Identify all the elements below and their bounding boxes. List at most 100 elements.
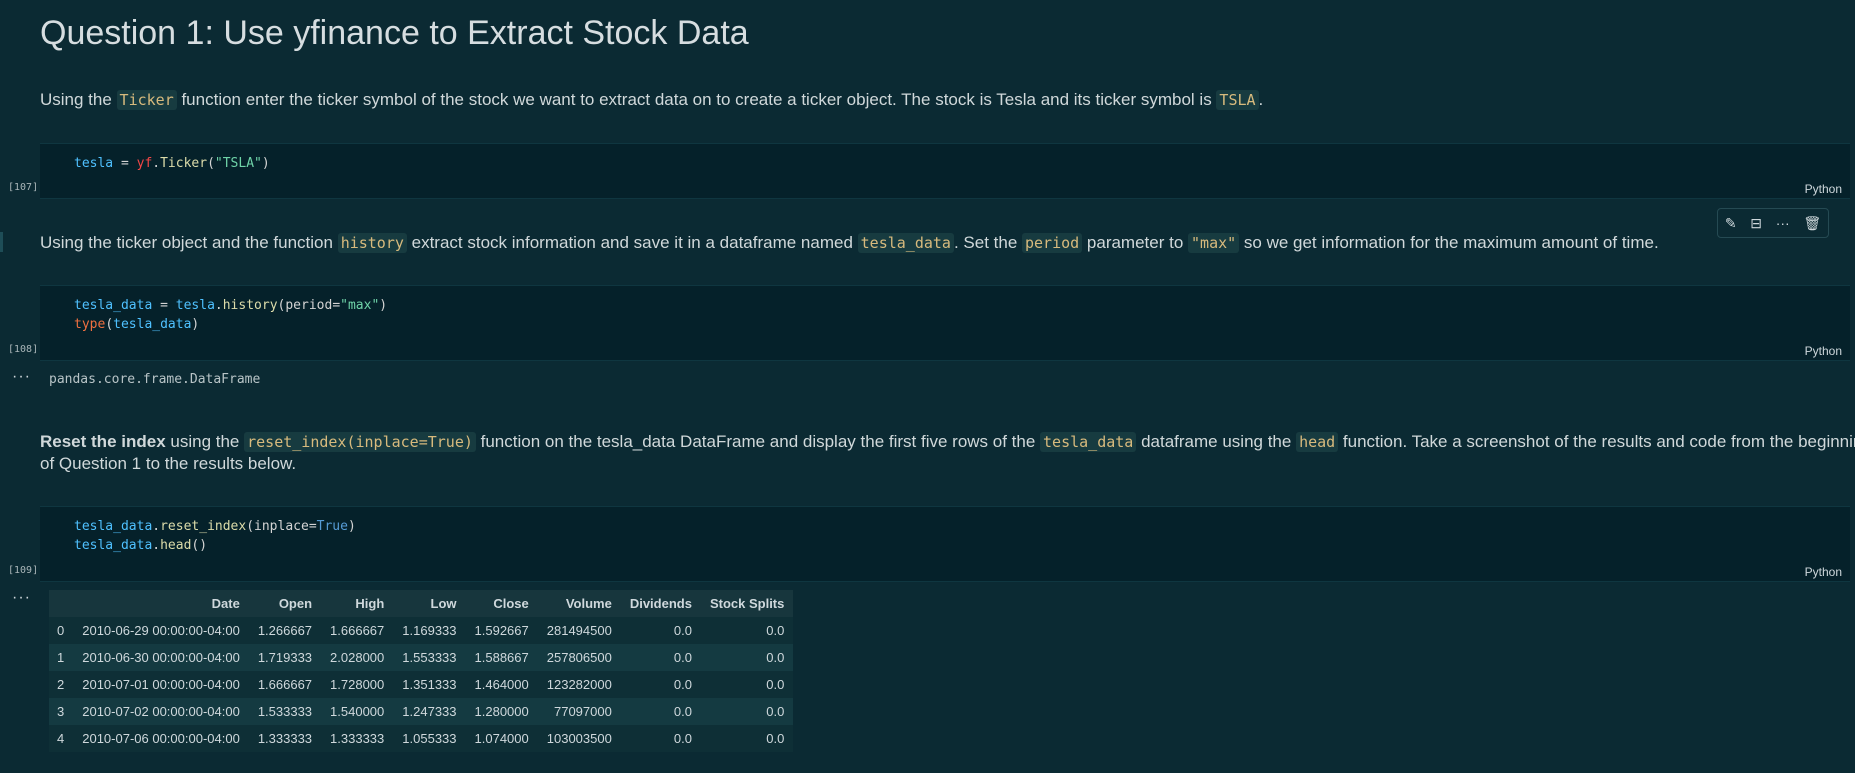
table-cell: 1.247333 — [393, 698, 466, 725]
text: . Set the — [953, 233, 1022, 252]
table-cell: 1.553333 — [393, 644, 466, 671]
table-cell: 0.0 — [620, 671, 701, 698]
table-cell: 2010-06-29 00:00:00-04:00 — [73, 617, 249, 644]
inline-code: history — [337, 233, 407, 253]
table-cell: 1 — [49, 644, 74, 671]
column-header: Low — [393, 590, 466, 617]
code-token: tesla_data — [74, 298, 153, 313]
code-token: history — [222, 298, 278, 313]
code-cell-3[interactable]: tesla_data.reset_index(inplace=True) tes… — [40, 506, 1850, 582]
text: dataframe using the — [1136, 432, 1297, 451]
code-token: reset_index — [160, 519, 247, 534]
table-cell: 1.719333 — [248, 644, 322, 671]
table-cell: 0.0 — [620, 644, 701, 671]
table-cell: 1.074000 — [465, 725, 538, 752]
table-cell: 1.464000 — [465, 671, 538, 698]
inline-code: tesla_data — [857, 233, 954, 253]
table-cell: 1.666667 — [321, 617, 394, 644]
inline-code: tesla_data — [1040, 432, 1137, 452]
code-editor[interactable]: tesla = yf.Ticker("TSLA") — [40, 144, 1850, 173]
execution-count: [109] — [8, 565, 39, 576]
table-cell: 0.0 — [620, 617, 701, 644]
markdown-cell-p1[interactable]: Using the Ticker function enter the tick… — [40, 89, 1855, 111]
code-token: tesla — [175, 298, 215, 313]
table-cell: 77097000 — [537, 698, 621, 725]
code-cell-2[interactable]: tesla_data = tesla.history(period="max")… — [40, 285, 1850, 361]
execution-count: [107] — [8, 182, 39, 193]
markdown-cell-p3[interactable]: Reset the index using the reset_index(in… — [40, 431, 1855, 475]
table-cell: 0.0 — [700, 671, 794, 698]
table-cell: 1.280000 — [465, 698, 538, 725]
language-label[interactable]: Python — [1805, 182, 1842, 196]
table-row: 3 2010-07-02 00:00:00-04:00 1.533333 1.5… — [49, 698, 794, 725]
table-cell: 0.0 — [700, 725, 794, 752]
bold-text: Reset the index — [40, 432, 166, 451]
table-cell: 2010-07-02 00:00:00-04:00 — [73, 698, 249, 725]
table-cell: 1.351333 — [393, 671, 466, 698]
table-cell: 1.055333 — [393, 725, 466, 752]
code-editor[interactable]: tesla_data = tesla.history(period="max")… — [40, 286, 1850, 334]
code-editor[interactable]: tesla_data.reset_index(inplace=True) tes… — [40, 507, 1850, 555]
code-token: ) — [261, 156, 270, 171]
table-cell: 1.666667 — [248, 671, 322, 698]
code-token: = — [113, 156, 137, 171]
code-token: "TSLA" — [214, 156, 262, 171]
table-cell: 1.540000 — [321, 698, 394, 725]
text: extract stock information and save it in… — [406, 233, 858, 252]
trash-icon[interactable]: 🗑 — [1803, 215, 1821, 232]
inline-code: period — [1022, 233, 1083, 253]
cell-output: pandas.core.frame.DataFrame — [49, 372, 261, 387]
language-label[interactable]: Python — [1805, 565, 1842, 579]
table-cell: 257806500 — [537, 644, 621, 671]
inline-code: "max" — [1188, 233, 1240, 253]
column-header: Stock Splits — [700, 590, 794, 617]
language-label[interactable]: Python — [1805, 344, 1842, 358]
more-icon[interactable]: ··· — [1776, 215, 1790, 231]
code-token: = — [308, 519, 317, 534]
split-icon[interactable]: ⊟ — [1750, 215, 1762, 232]
column-header: Close — [465, 590, 538, 617]
text: Using the ticker object and the function — [40, 233, 338, 252]
table-cell: 123282000 — [537, 671, 621, 698]
output-menu-icon[interactable]: ··· — [12, 589, 31, 607]
text: function enter the ticker symbol of the … — [176, 90, 1217, 109]
code-token: True — [316, 519, 348, 534]
code-token: ( — [246, 519, 255, 534]
table-cell: 1.588667 — [465, 644, 538, 671]
code-token: ( — [105, 317, 114, 332]
column-header: High — [321, 590, 394, 617]
table-row: 4 2010-07-06 00:00:00-04:00 1.333333 1.3… — [49, 725, 794, 752]
table-cell: 2 — [49, 671, 74, 698]
code-token: ) — [347, 519, 356, 534]
page-title: Question 1: Use yfinance to Extract Stoc… — [40, 14, 749, 52]
code-token: ) — [379, 298, 388, 313]
table-cell: 0.0 — [620, 725, 701, 752]
table-row: 0 2010-06-29 00:00:00-04:00 1.266667 1.6… — [49, 617, 794, 644]
code-token: () — [191, 538, 208, 553]
pencil-icon[interactable]: ✎ — [1725, 215, 1737, 232]
text: using the — [165, 432, 245, 451]
column-header: Open — [248, 590, 322, 617]
code-cell-1[interactable]: tesla = yf.Ticker("TSLA") Python — [40, 143, 1850, 199]
output-menu-icon[interactable]: ··· — [12, 368, 31, 386]
table-cell: 0.0 — [700, 644, 794, 671]
cell-selection-indicator — [0, 232, 3, 252]
markdown-cell-heading[interactable]: Question 1: Use yfinance to Extract Stoc… — [40, 14, 1855, 53]
paragraph: Using the ticker object and the function… — [40, 232, 1855, 254]
code-token: . — [214, 298, 223, 313]
paragraph: Reset the index using the reset_index(in… — [40, 431, 1855, 453]
code-token: tesla_data — [113, 317, 192, 332]
column-header — [49, 590, 74, 617]
column-header: Date — [73, 590, 249, 617]
code-token: tesla_data — [74, 519, 153, 534]
table-row: 1 2010-06-30 00:00:00-04:00 1.719333 2.0… — [49, 644, 794, 671]
markdown-cell-p2[interactable]: Using the ticker object and the function… — [40, 232, 1855, 254]
code-token: Ticker — [160, 156, 208, 171]
code-token: ( — [207, 156, 215, 171]
code-token: = — [152, 298, 176, 313]
code-token: inplace — [254, 519, 309, 534]
dataframe-table: Date Open High Low Close Volume Dividend… — [49, 590, 794, 752]
text: function. Take a screenshot of the resul… — [1338, 432, 1855, 451]
code-token: . — [152, 156, 161, 171]
table-cell: 0.0 — [700, 698, 794, 725]
